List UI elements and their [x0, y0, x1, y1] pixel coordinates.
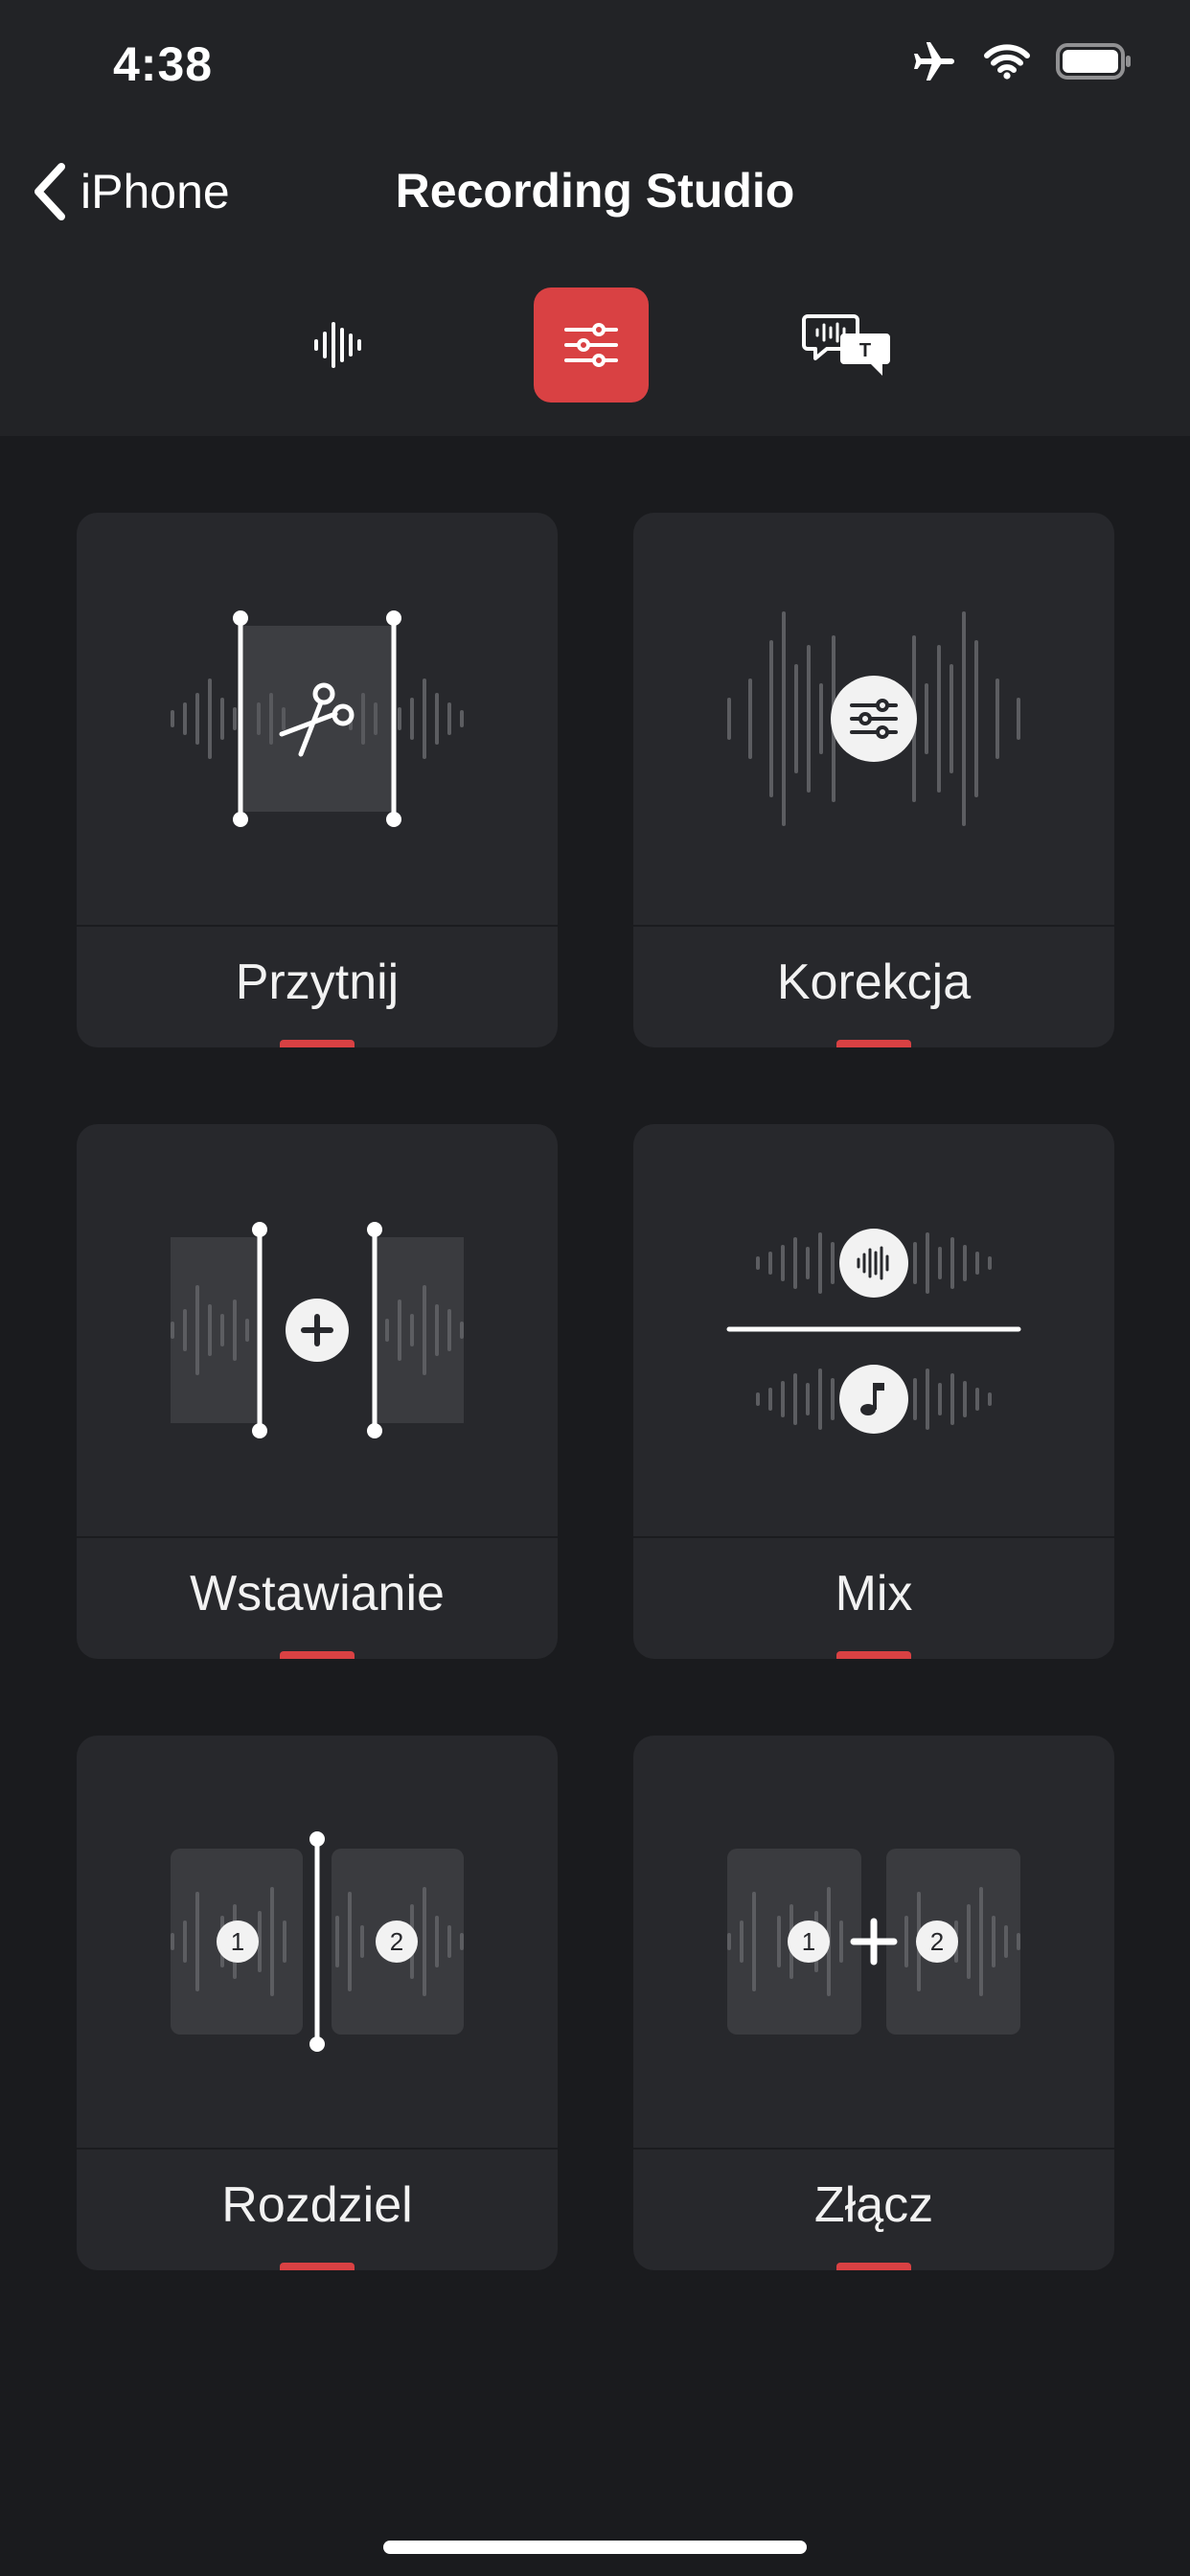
tool-label-equalizer: Korekcja: [776, 954, 972, 1010]
segment-badge-2: 2: [390, 1927, 403, 1956]
accent-bar: [836, 1040, 911, 1047]
waveform-icon: [314, 322, 361, 368]
merge-icon: 1 2: [727, 1849, 1020, 2035]
tool-label-merge: Złącz: [813, 2177, 934, 2233]
wifi-icon: [984, 44, 1030, 80]
accent-bar: [836, 1651, 911, 1659]
equalizer-icon: [727, 611, 1020, 826]
transcript-icon: T: [802, 314, 890, 376]
tool-label-mix: Mix: [835, 1566, 913, 1622]
trim-icon: [171, 610, 464, 827]
accent-bar: [836, 2263, 911, 2270]
status-icons: [912, 40, 1133, 82]
mode-edit-button[interactable]: [534, 288, 649, 402]
mode-transcript-button[interactable]: T: [790, 288, 905, 402]
status-time: 4:38: [113, 37, 214, 91]
mode-waveform-button[interactable]: [280, 288, 395, 402]
tool-label-insert: Wstawianie: [190, 1566, 445, 1622]
segment-badge-1: 1: [802, 1927, 815, 1956]
tool-label-split: Rozdziel: [221, 2177, 413, 2233]
home-indicator[interactable]: [383, 2541, 807, 2554]
tool-card-split[interactable]: 1 2 Rozdziel: [77, 1736, 558, 2270]
tool-card-trim[interactable]: Przytnij: [77, 513, 558, 1047]
tool-card-insert[interactable]: Wstawianie: [77, 1124, 558, 1659]
status-bar: 4:38: [0, 0, 1190, 134]
tool-card-merge[interactable]: 1 2 Złącz: [633, 1736, 1114, 2270]
tool-label-trim: Przytnij: [235, 954, 400, 1010]
mix-icon: [726, 1229, 1021, 1434]
accent-bar: [280, 1040, 355, 1047]
sliders-icon: [564, 323, 618, 367]
mode-switcher: T: [0, 288, 1190, 436]
accent-bar: [280, 2263, 355, 2270]
battery-icon: [1056, 43, 1131, 80]
insert-icon: [171, 1222, 464, 1438]
tool-card-equalizer[interactable]: Korekcja: [633, 513, 1114, 1047]
segment-badge-1: 1: [231, 1927, 244, 1956]
svg-text:T: T: [859, 340, 871, 361]
airplane-icon: [914, 42, 954, 80]
navigation-bar: iPhone Recording Studio: [0, 134, 1190, 288]
tool-card-mix[interactable]: Mix: [633, 1124, 1114, 1659]
split-icon: 1 2: [171, 1831, 464, 2052]
accent-bar: [280, 1651, 355, 1659]
page-title: Recording Studio: [395, 164, 795, 218]
segment-badge-2: 2: [930, 1927, 944, 1956]
